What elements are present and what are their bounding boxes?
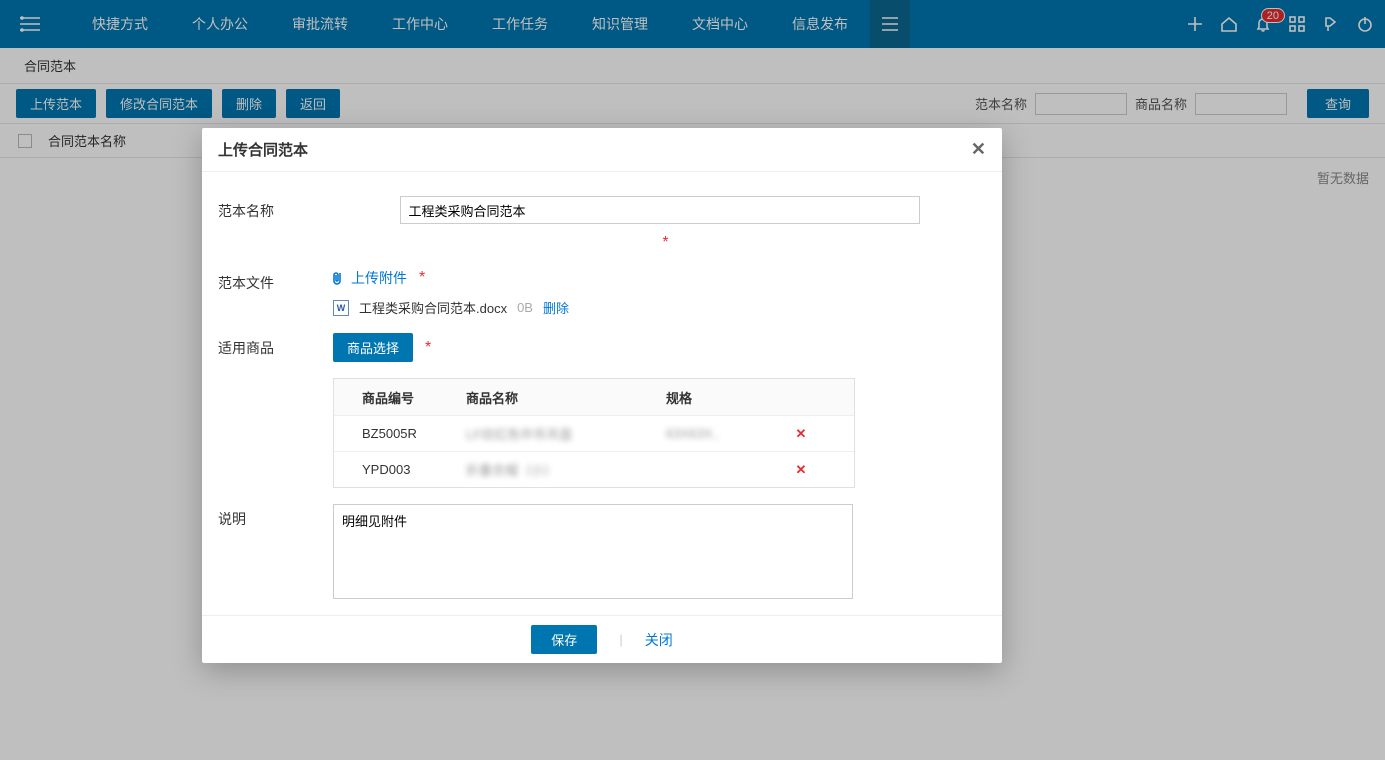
file-name: 工程类采购合同范本.docx — [359, 298, 507, 317]
label-name: 范本名称 — [218, 196, 333, 221]
word-file-icon: W — [333, 300, 349, 316]
remove-row-icon[interactable]: ✕ — [796, 462, 807, 477]
divider: | — [619, 632, 622, 647]
required-mark: * — [425, 339, 431, 357]
table-row: YPD003 折叠衣帽（小） ✕ — [334, 451, 854, 487]
close-icon[interactable]: ✕ — [971, 139, 986, 160]
table-row: BZ5005R LF纹红色中吊吊盘 63X63X.. ✕ — [334, 415, 854, 451]
product-table: 商品编号 商品名称 规格 BZ5005R LF纹红色中吊吊盘 63X63X.. … — [333, 378, 855, 488]
dialog-body: 范本名称 * 范本文件 上传附件 * W 工程类采购合同范本.docx — [202, 172, 1002, 615]
close-link[interactable]: 关闭 — [645, 630, 673, 650]
select-product-button[interactable]: 商品选择 — [333, 333, 413, 362]
upload-attachment-link[interactable]: 上传附件 — [333, 268, 407, 288]
required-mark: * — [662, 234, 668, 252]
remove-row-icon[interactable]: ✕ — [796, 426, 807, 441]
file-size: 0B — [517, 300, 533, 315]
description-textarea[interactable] — [333, 504, 853, 599]
dialog-footer: 保存 | 关闭 — [202, 615, 1002, 663]
dialog-title: 上传合同范本 — [218, 139, 308, 160]
table-header: 商品编号 商品名称 规格 — [334, 379, 854, 415]
upload-dialog: 上传合同范本 ✕ 范本名称 * 范本文件 上传附件 * W — [202, 128, 1002, 663]
label-desc: 说明 — [218, 504, 333, 529]
save-button[interactable]: 保存 — [531, 625, 597, 654]
file-delete-link[interactable]: 删除 — [543, 298, 569, 317]
label-products: 适用商品 — [218, 333, 333, 358]
label-file: 范本文件 — [218, 268, 333, 293]
attached-file: W 工程类采购合同范本.docx 0B 删除 — [333, 298, 986, 317]
required-mark: * — [419, 269, 425, 287]
template-name-input[interactable] — [400, 196, 920, 224]
dialog-header: 上传合同范本 ✕ — [202, 128, 1002, 172]
